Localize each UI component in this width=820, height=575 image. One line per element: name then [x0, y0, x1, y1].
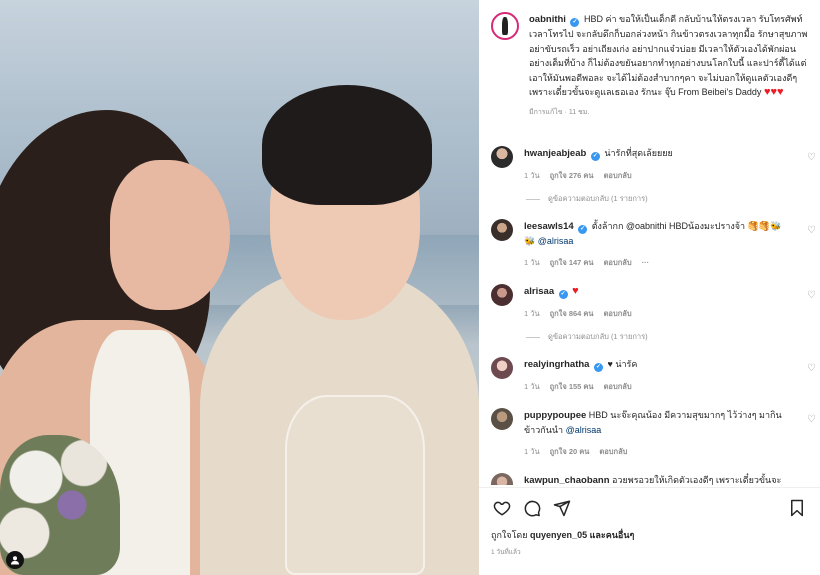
- heart-outline-icon[interactable]: [491, 497, 513, 519]
- comment-username[interactable]: hwanjeabjeab: [524, 148, 586, 159]
- comment-heart-icon[interactable]: ♡: [807, 363, 816, 374]
- comment-text: ♥ น่ารัค: [607, 359, 638, 369]
- comment-body: puppypoupee HBD นะจ๊ะคุณน้อง มีความสุขมา…: [524, 408, 808, 459]
- avatar[interactable]: [491, 12, 519, 40]
- comment-item: puppypoupee HBD นะจ๊ะคุณน้อง มีความสุขมา…: [479, 408, 820, 459]
- comment-mention[interactable]: 🐝 @alrisaa: [524, 236, 573, 246]
- comment-heart-icon[interactable]: ♡: [807, 414, 816, 425]
- comment-mention[interactable]: @alrisaa: [566, 425, 602, 435]
- caption-hearts: ♥♥♥: [763, 86, 784, 99]
- caption-text: HBD ค่า ขอให้เป็นเด็กดี กลับบ้านให้ตรงเว…: [529, 14, 808, 98]
- comment-reply-button[interactable]: ตอบกลับ: [604, 380, 632, 394]
- photo-woman-face: [110, 160, 230, 310]
- comment-text: อวยพรอวยให้เกิดตัวเองดีๆ เพราะเดี๋ยวขั้น…: [612, 475, 782, 485]
- comment-heart-icon[interactable]: ♡: [807, 290, 816, 301]
- comment-body: realyingrhatha ✓ ♥ น่ารัค 1 วัน ถูกใจ 15…: [524, 357, 808, 394]
- liked-by-suffix[interactable]: และคนอื่นๆ: [590, 530, 635, 540]
- verified-badge-icon: ✓: [590, 152, 600, 161]
- comment-item: hwanjeabjeab ✓ น่ารักที่สุดเล้ยยยย 1 วัน…: [479, 146, 820, 183]
- post-caption: oabnithi ✓ HBD ค่า ขอให้เป็นเด็กดี กลับบ…: [529, 12, 808, 121]
- verified-badge-icon: ✓: [593, 363, 603, 372]
- bookmark-icon[interactable]: [786, 497, 808, 519]
- comment-meta: 1 วัน ถูกใจ 276 คน ตอบกลับ: [524, 169, 782, 183]
- post-photo[interactable]: [0, 0, 479, 575]
- comment-likes[interactable]: ถูกใจ 155 คน: [550, 380, 594, 394]
- comment-meta: 1 วัน ถูกใจ 147 คน ตอบกลับ ···: [524, 256, 782, 270]
- liked-by-prefix: ถูกใจโดย: [491, 530, 528, 540]
- avatar[interactable]: [491, 284, 513, 306]
- comment-likes[interactable]: ถูกใจ 20 คน: [550, 445, 590, 459]
- comment-body: kawpun_chaobann อวยพรอวยให้เกิดตัวเองดีๆ…: [524, 473, 808, 485]
- comment-item: kawpun_chaobann อวยพรอวยให้เกิดตัวเองดีๆ…: [479, 473, 820, 485]
- avatar[interactable]: [491, 146, 513, 168]
- comment-item: leesawls14 ✓ ตั้งล้ากก @oabnithi HBDน้อง…: [479, 219, 820, 270]
- comment-likes[interactable]: ถูกใจ 864 คน: [550, 307, 594, 321]
- comment-reply-button[interactable]: ตอบกลับ: [604, 169, 632, 183]
- comment-likes[interactable]: ถูกใจ 276 คน: [550, 169, 594, 183]
- comment-item: realyingrhatha ✓ ♥ น่ารัค 1 วัน ถูกใจ 15…: [479, 357, 820, 394]
- comment-time: 1 วัน: [524, 258, 540, 267]
- view-replies-button[interactable]: ดูข้อความตอบกลับ (1 รายการ): [526, 193, 820, 205]
- comment-body: alrisaa ✓ ♥ 1 วัน ถูกใจ 864 คน ตอบกลับ: [524, 284, 808, 321]
- comment-reply-button[interactable]: ตอบกลับ: [599, 445, 627, 459]
- comment-list[interactable]: hwanjeabjeab ✓ น่ารักที่สุดเล้ยยยย 1 วัน…: [479, 140, 820, 485]
- comment-body: hwanjeabjeab ✓ น่ารักที่สุดเล้ยยยย 1 วัน…: [524, 146, 808, 183]
- comment-time: 1 วัน: [524, 309, 540, 318]
- comment-item: alrisaa ✓ ♥ 1 วัน ถูกใจ 864 คน ตอบกลับ ♡: [479, 284, 820, 321]
- comment-heart-icon[interactable]: ♡: [807, 152, 816, 163]
- photo-man-hair: [262, 85, 432, 205]
- user-tag-icon[interactable]: [6, 551, 24, 569]
- speech-bubble-icon[interactable]: [521, 497, 543, 519]
- liked-by-user[interactable]: quyenyen_05: [530, 530, 587, 540]
- action-bar: [491, 497, 808, 519]
- paper-plane-icon[interactable]: [551, 497, 573, 519]
- post-username[interactable]: oabnithi: [529, 14, 566, 25]
- avatar[interactable]: [491, 219, 513, 241]
- comment-text: ตั้งล้ากก @oabnithi HBDน้องมะปรางจ้า 🥞🥞🐝: [591, 221, 782, 231]
- comment-username[interactable]: kawpun_chaobann: [524, 475, 610, 485]
- comment-username[interactable]: realyingrhatha: [524, 359, 589, 370]
- comment-reply-button[interactable]: ตอบกลับ: [604, 307, 632, 321]
- post-panel: oabnithi ✓ HBD ค่า ขอให้เป็นเด็กดี กลับบ…: [479, 0, 820, 575]
- comment-time: 1 วัน: [524, 171, 540, 180]
- verified-badge-icon: ✓: [558, 290, 568, 299]
- view-replies-button[interactable]: ดูข้อความตอบกลับ (1 รายการ): [526, 331, 820, 343]
- post-time: 1 วันที่แล้ว: [491, 549, 521, 556]
- comment-text: น่ารักที่สุดเล้ยยยย: [604, 148, 673, 158]
- post-caption-block: oabnithi ✓ HBD ค่า ขอให้เป็นเด็กดี กลับบ…: [479, 0, 820, 121]
- photo-wine-glass: [285, 395, 425, 575]
- post-meta: มีการแก้ไข · 11 ชม.: [529, 109, 590, 117]
- comment-meta: 1 วัน ถูกใจ 20 คน ตอบกลับ: [524, 445, 782, 459]
- comment-likes[interactable]: ถูกใจ 147 คน: [550, 256, 594, 270]
- avatar[interactable]: [491, 357, 513, 379]
- avatar[interactable]: [491, 473, 513, 485]
- comment-more-icon[interactable]: ···: [642, 256, 650, 270]
- comment-heart-icon[interactable]: ♡: [807, 225, 816, 236]
- comment-username[interactable]: puppypoupee: [524, 410, 586, 421]
- comment-text: ♥: [572, 285, 579, 297]
- avatar[interactable]: [491, 408, 513, 430]
- comment-time: 1 วัน: [524, 447, 540, 456]
- comment-time: 1 วัน: [524, 382, 540, 391]
- divider: [479, 487, 820, 488]
- comment-username[interactable]: alrisaa: [524, 286, 554, 297]
- comment-username[interactable]: leesawls14: [524, 221, 574, 232]
- verified-badge-icon: ✓: [570, 18, 580, 27]
- comment-body: leesawls14 ✓ ตั้งล้ากก @oabnithi HBDน้อง…: [524, 219, 808, 270]
- comment-meta: 1 วัน ถูกใจ 155 คน ตอบกลับ: [524, 380, 782, 394]
- comment-meta: 1 วัน ถูกใจ 864 คน ตอบกลับ: [524, 307, 782, 321]
- verified-badge-icon: ✓: [578, 225, 588, 234]
- comment-reply-button[interactable]: ตอบกลับ: [604, 256, 632, 270]
- liked-by-line: ถูกใจโดย quyenyen_05 และคนอื่นๆ: [491, 528, 634, 542]
